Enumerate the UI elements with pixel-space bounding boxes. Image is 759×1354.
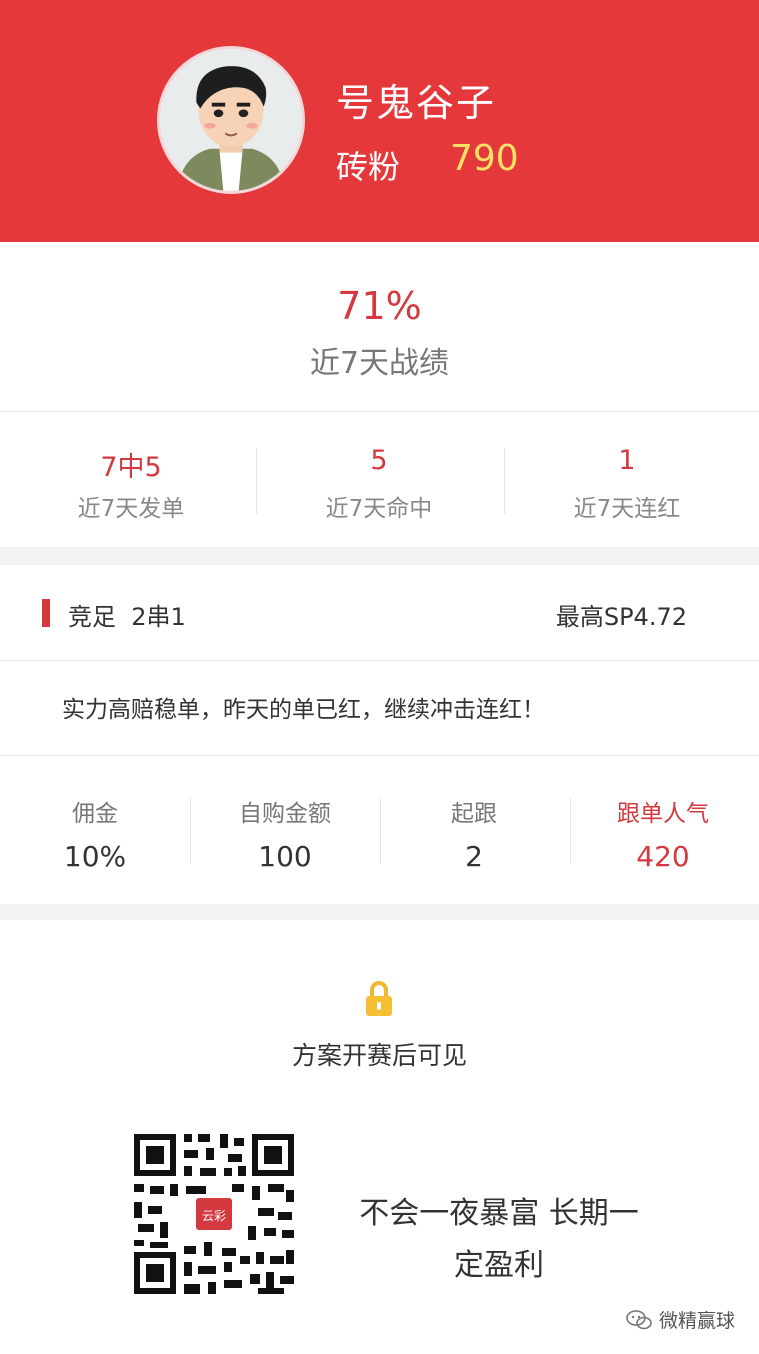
bet-type: 竞足 2串1: [68, 603, 186, 631]
stat-streak-label: 近7天连红: [573, 496, 681, 522]
follow-popularity-label: 跟单人气: [617, 801, 709, 827]
fans-count: 790: [450, 138, 519, 179]
slogan-line-2: 定盈利: [454, 1248, 544, 1283]
stat-orders-value: 7中5: [100, 452, 162, 483]
min-follow-label: 起跟: [451, 801, 497, 827]
win-rate-label: 近7天战绩: [309, 346, 450, 381]
lock-icon: [366, 981, 392, 1016]
divider: [0, 411, 759, 412]
section-marker: [42, 599, 50, 627]
commission: 佣金 10%: [0, 758, 190, 904]
divider: [0, 755, 759, 756]
bet-max-sp: 最高SP4.72: [555, 603, 687, 631]
stat-orders: 7中5 近7天发单: [7, 413, 255, 547]
self-purchase-value: 100: [258, 840, 312, 873]
stat-hits-label: 近7天命中: [325, 496, 433, 522]
stat-streak-value: 1: [618, 445, 636, 476]
watermark: 微精赢球: [625, 1306, 735, 1333]
wechat-icon: [626, 1309, 652, 1329]
fans-label: 砖粉: [336, 148, 401, 186]
self-purchase: 自购金额 100: [190, 758, 380, 904]
follow-popularity-value: 420: [636, 840, 690, 873]
stat-streak: 1 近7天连红: [503, 413, 751, 547]
locked-notice: 方案开赛后可见: [291, 1041, 467, 1070]
divider: [0, 660, 759, 661]
qr-code-graphic: 云彩: [128, 1128, 300, 1300]
slogan-line-1: 不会一夜暴富 长期一: [359, 1196, 639, 1231]
watermark-text: 微精赢球: [658, 1310, 735, 1332]
slogan: 不会一夜暴富 长期一 定盈利: [334, 1188, 664, 1292]
plan-description: 实力高赔稳单，昨天的单已红，继续冲击连红！: [62, 697, 545, 723]
stat-hits: 5 近7天命中: [255, 413, 503, 547]
self-purchase-label: 自购金额: [239, 801, 331, 827]
section-gap: [0, 547, 759, 565]
min-follow-value: 2: [465, 840, 483, 873]
qr-code[interactable]: 云彩: [128, 1128, 300, 1300]
min-follow: 起跟 2: [379, 758, 569, 904]
commission-label: 佣金: [72, 801, 118, 827]
follow-popularity: 跟单人气 420: [568, 758, 758, 904]
win-rate-value: 71%: [337, 284, 422, 328]
commission-value: 10%: [63, 840, 127, 873]
stat-orders-label: 近7天发单: [77, 496, 185, 522]
qr-brand-label: 云彩: [202, 1209, 226, 1223]
avatar-illustration: [160, 49, 302, 191]
user-name: 号鬼谷子: [336, 81, 497, 125]
section-gap: [0, 904, 759, 920]
profile-header: 号鬼谷子 砖粉 790: [0, 0, 759, 242]
stat-hits-value: 5: [370, 445, 388, 476]
avatar[interactable]: [157, 46, 305, 194]
